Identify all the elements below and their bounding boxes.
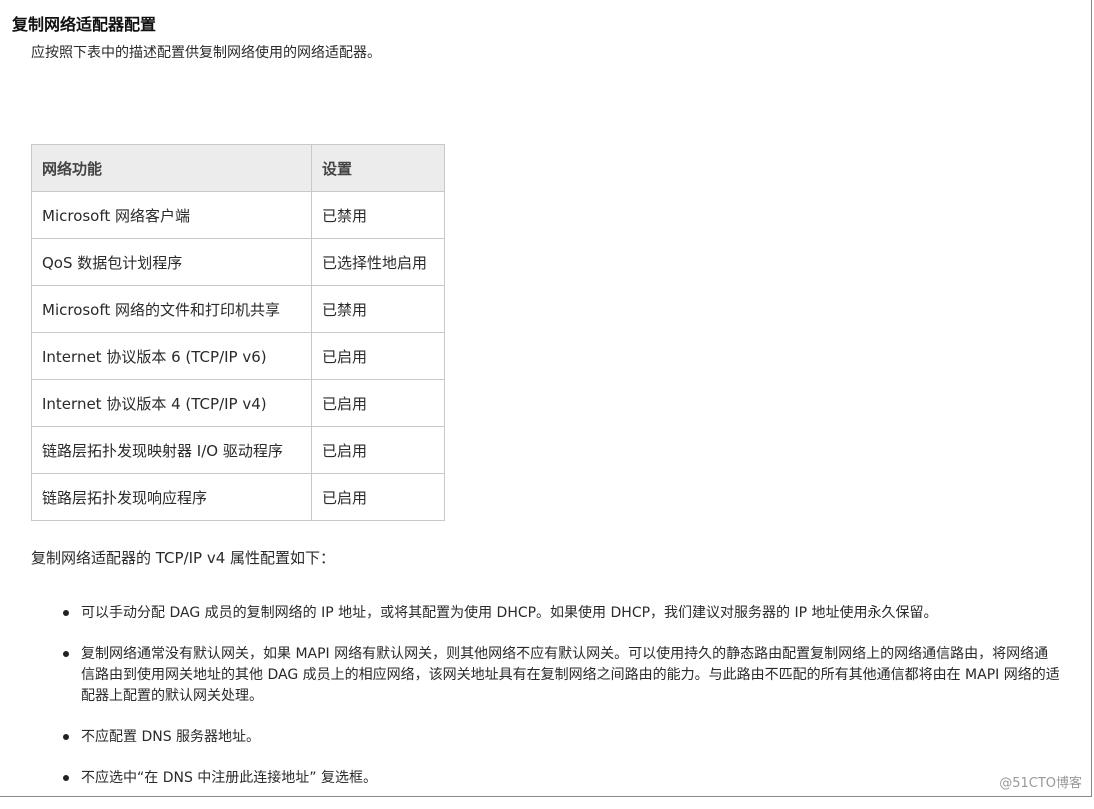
tcpip-intro: 复制网络适配器的 TCP/IP v4 属性配置如下： [31, 549, 336, 567]
setting-cell: 已选择性地启用 [311, 238, 445, 286]
table-row: QoS 数据包计划程序 已选择性地启用 [31, 238, 445, 286]
bullet-icon [63, 734, 69, 740]
feature-cell: 链路层拓扑发现映射器 I/O 驱动程序 [31, 426, 312, 474]
bullet-icon [63, 775, 69, 781]
bullet-icon [63, 651, 69, 657]
feature-cell: Internet 协议版本 4 (TCP/IP v4) [31, 379, 312, 427]
list-item: 可以手动分配 DAG 成员的复制网络的 IP 地址，或将其配置为使用 DHCP。… [61, 603, 1061, 624]
column-header-setting: 设置 [311, 144, 445, 192]
setting-cell: 已启用 [311, 473, 445, 521]
table-row: 链路层拓扑发现响应程序 已启用 [31, 473, 445, 521]
section-intro: 应按照下表中的描述配置供复制网络使用的网络适配器。 [31, 45, 381, 61]
list-item: 复制网络通常没有默认网关，如果 MAPI 网络有默认网关，则其他网络不应有默认网… [61, 644, 1061, 707]
setting-cell: 已禁用 [311, 285, 445, 333]
setting-cell: 已启用 [311, 426, 445, 474]
table-row: Microsoft 网络客户端 已禁用 [31, 191, 445, 239]
list-item: 不应选中“在 DNS 中注册此连接地址” 复选框。 [61, 768, 1061, 789]
table-row: Internet 协议版本 4 (TCP/IP v4) 已启用 [31, 379, 445, 427]
table-row: 链路层拓扑发现映射器 I/O 驱动程序 已启用 [31, 426, 445, 474]
table-header-row: 网络功能 设置 [31, 144, 445, 192]
list-item-text: 可以手动分配 DAG 成员的复制网络的 IP 地址，或将其配置为使用 DHCP。… [81, 605, 938, 621]
feature-cell: Internet 协议版本 6 (TCP/IP v6) [31, 332, 312, 380]
bullet-icon [63, 610, 69, 616]
list-item-text: 不应配置 DNS 服务器地址。 [81, 729, 261, 745]
watermark: @51CTO博客 [999, 776, 1082, 791]
setting-cell: 已启用 [311, 332, 445, 380]
adapter-config-table: 网络功能 设置 Microsoft 网络客户端 已禁用 QoS 数据包计划程序 … [31, 144, 445, 521]
feature-cell: Microsoft 网络的文件和打印机共享 [31, 285, 312, 333]
setting-cell: 已禁用 [311, 191, 445, 239]
feature-cell: Microsoft 网络客户端 [31, 191, 312, 239]
table-row: Microsoft 网络的文件和打印机共享 已禁用 [31, 285, 445, 333]
tcpip-settings-list: 可以手动分配 DAG 成员的复制网络的 IP 地址，或将其配置为使用 DHCP。… [61, 603, 1061, 809]
section-title: 复制网络适配器配置 [12, 15, 157, 34]
list-item-text: 复制网络通常没有默认网关，如果 MAPI 网络有默认网关，则其他网络不应有默认网… [81, 646, 1060, 704]
list-item-text: 不应选中“在 DNS 中注册此连接地址” 复选框。 [81, 770, 377, 786]
list-item: 不应配置 DNS 服务器地址。 [61, 727, 1061, 748]
feature-cell: QoS 数据包计划程序 [31, 238, 312, 286]
setting-cell: 已启用 [311, 379, 445, 427]
column-header-feature: 网络功能 [31, 144, 312, 192]
feature-cell: 链路层拓扑发现响应程序 [31, 473, 312, 521]
table-row: Internet 协议版本 6 (TCP/IP v6) 已启用 [31, 332, 445, 380]
